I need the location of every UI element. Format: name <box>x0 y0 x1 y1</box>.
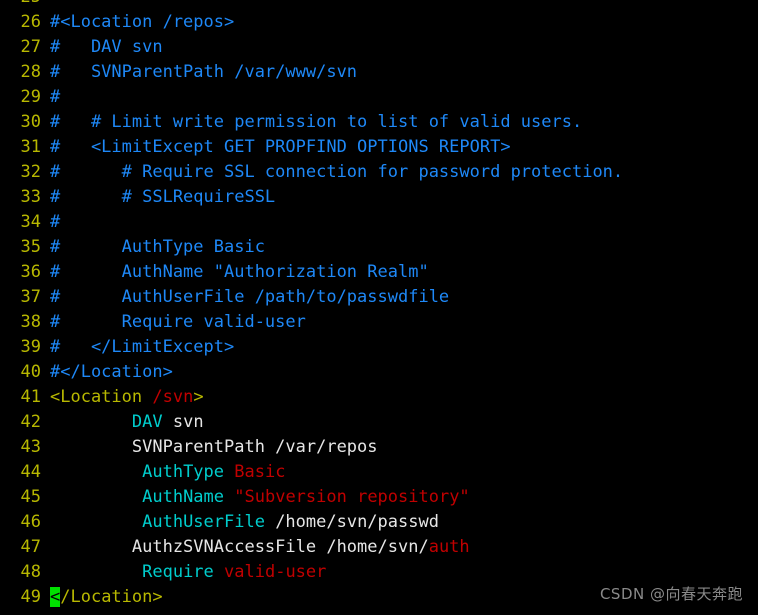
line-number: 26 <box>20 12 41 32</box>
code-token: AuthUserFile <box>142 512 265 532</box>
terminal-window: 25 26 #<Location /repos> 27 # DAV svn 28 # SVN… <box>0 0 758 615</box>
code-token: # <box>50 212 61 232</box>
code-line[interactable]: 28 # SVNParentPath /var/www/svn <box>0 60 758 85</box>
code-token: /svn <box>152 387 194 407</box>
line-number: 25 <box>17 0 41 10</box>
line-number: 39 <box>20 337 41 357</box>
code-line[interactable]: 46 AuthUserFile /home/svn/passwd <box>0 510 758 535</box>
code-token: "Subversion repository" <box>234 487 470 507</box>
csdn-watermark: CSDN @向春天奔跑 <box>599 585 743 603</box>
code-token: #<Location /repos> <box>50 12 235 32</box>
line-number: 43 <box>20 437 41 457</box>
code-line[interactable]: 26 #<Location /repos> <box>0 10 758 35</box>
line-number: 48 <box>20 562 41 582</box>
code-line[interactable]: 27 # DAV svn <box>0 35 758 60</box>
code-line[interactable]: 33 # # SSLRequireSSL <box>0 185 758 210</box>
code-token: # AuthType Basic <box>50 237 265 257</box>
code-line[interactable]: 37 # AuthUserFile /path/to/passwdfile <box>0 285 758 310</box>
line-number: 40 <box>20 362 41 382</box>
code-token: # AuthName "Authorization Realm" <box>50 262 429 282</box>
code-line[interactable]: 32 # # Require SSL connection for passwor… <box>0 160 758 185</box>
code-line[interactable]: 47 AuthzSVNAccessFile /home/svn/auth <box>0 535 758 560</box>
code-token: # <LimitExcept GET PROPFIND OPTIONS REPO… <box>50 137 511 157</box>
line-number: 41 <box>20 387 41 407</box>
code-token: SVNParentPath /var/repos <box>50 437 378 457</box>
code-line[interactable]: 42 DAV svn <box>0 410 758 435</box>
line-number: 44 <box>20 462 41 482</box>
line-number: 37 <box>20 287 41 307</box>
code-token: # <box>50 87 61 107</box>
code-token: #</Location> <box>50 362 173 382</box>
line-number: 29 <box>20 87 41 107</box>
code-token: # # Require SSL connection for password … <box>50 162 624 182</box>
code-token: auth <box>428 537 470 557</box>
code-token: # SVNParentPath /var/www/svn <box>50 62 358 82</box>
code-editor-buffer[interactable]: 25 26 #<Location /repos> 27 # DAV svn 28 # SVN… <box>0 0 758 610</box>
line-number: 28 <box>20 62 41 82</box>
code-line[interactable]: 45 AuthName "Subversion repository" <box>0 485 758 510</box>
code-line[interactable]: 38 # Require valid-user <box>0 310 758 335</box>
code-token: valid-user <box>224 562 327 582</box>
code-line[interactable]: 40 #</Location> <box>0 360 758 385</box>
line-number: 45 <box>20 487 41 507</box>
code-token: Require <box>142 562 214 582</box>
code-token: > <box>193 387 204 407</box>
line-number: 27 <box>20 37 41 57</box>
code-token: /Location> <box>60 587 163 607</box>
text-cursor: < <box>50 587 61 607</box>
code-line[interactable]: 29 # <box>0 85 758 110</box>
code-line[interactable]: 31 # <LimitExcept GET PROPFIND OPTIONS RE… <box>0 135 758 160</box>
code-token: AuthType <box>142 462 225 482</box>
code-line[interactable]: 39 # </LimitExcept> <box>0 335 758 360</box>
line-number: 34 <box>20 212 41 232</box>
code-line[interactable]: 25 <box>0 0 758 10</box>
code-line[interactable]: 41 <Location /svn> <box>0 385 758 410</box>
code-token: AuthzSVNAccessFile /home/svn/ <box>50 537 429 557</box>
code-token: # # Limit write permission to list of va… <box>50 112 583 132</box>
code-token: # Require valid-user <box>50 312 306 332</box>
code-token: /home/svn/passwd <box>264 512 439 532</box>
code-line[interactable]: 44 AuthType Basic <box>0 460 758 485</box>
code-token: <Location <box>50 387 153 407</box>
code-token: # </LimitExcept> <box>50 337 235 357</box>
code-line[interactable]: 43 SVNParentPath /var/repos <box>0 435 758 460</box>
code-token: Basic <box>234 462 286 482</box>
line-number: 31 <box>20 137 41 157</box>
code-token: DAV <box>131 412 163 432</box>
code-line[interactable]: 36 # AuthName "Authorization Realm" <box>0 260 758 285</box>
line-number: 33 <box>20 187 41 207</box>
line-number: 32 <box>20 162 41 182</box>
line-number: 35 <box>20 237 41 257</box>
line-number: 38 <box>20 312 41 332</box>
code-line[interactable]: 30 # # Limit write permission to list of … <box>0 110 758 135</box>
code-token: # DAV svn <box>50 37 163 57</box>
code-line[interactable]: 34 # <box>0 210 758 235</box>
code-token: svn <box>162 412 204 432</box>
code-token: AuthName <box>142 487 225 507</box>
line-number: 47 <box>20 537 41 557</box>
line-number: 49 <box>20 587 41 607</box>
line-number: 36 <box>20 262 41 282</box>
line-number: 42 <box>20 412 41 432</box>
line-number: 46 <box>20 512 41 532</box>
code-token: # AuthUserFile /path/to/passwdfile <box>50 287 450 307</box>
line-number: 30 <box>20 112 41 132</box>
code-line[interactable]: 35 # AuthType Basic <box>0 235 758 260</box>
code-token: # # SSLRequireSSL <box>50 187 276 207</box>
